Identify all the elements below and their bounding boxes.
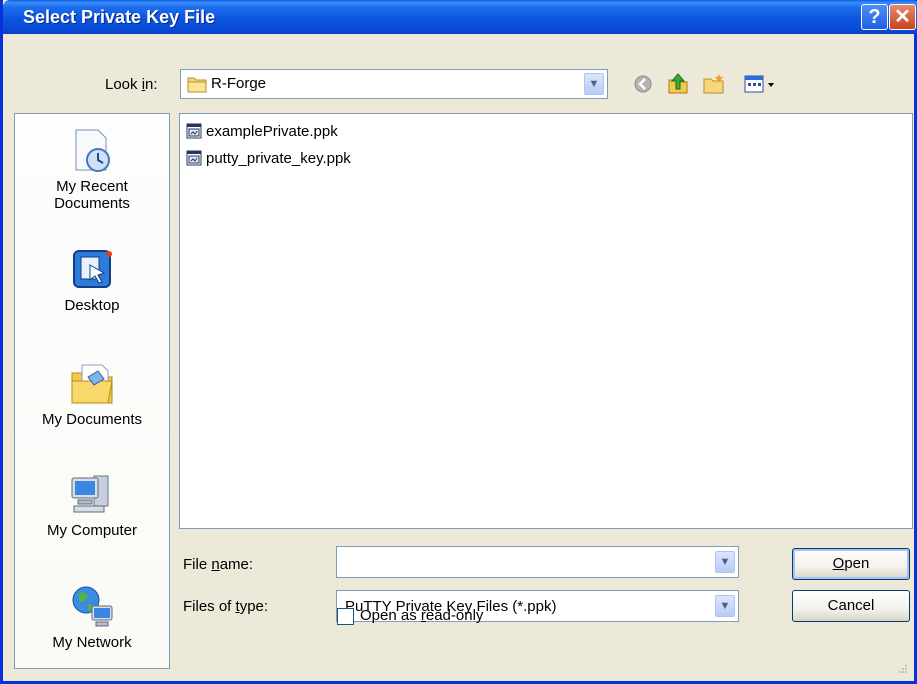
look-in-label-post: n:	[145, 76, 158, 93]
chevron-down-icon[interactable]: ▼	[715, 551, 735, 573]
read-only-label[interactable]: Open as read-only	[360, 607, 483, 624]
file-name-input[interactable]: ▼	[336, 546, 739, 578]
title-bar[interactable]: Select Private Key File ? ✕	[3, 0, 917, 34]
resize-grip-icon[interactable]	[896, 663, 908, 675]
view-menu-icon[interactable]	[743, 72, 783, 96]
place-label: My Network	[52, 634, 132, 651]
dialog-window: Select Private Key File ? ✕ Look in: R-F…	[0, 0, 917, 684]
place-my-network[interactable]: My Network	[15, 582, 169, 651]
read-only-label-pre: Open as	[360, 607, 421, 624]
chevron-down-icon[interactable]: ▼	[715, 595, 735, 617]
my-documents-icon	[71, 364, 113, 404]
my-network-icon	[72, 586, 113, 627]
files-of-type-label-post: ype:	[239, 598, 269, 615]
files-of-type-label: Files of type:	[183, 598, 268, 615]
recent-documents-icon	[75, 129, 110, 172]
file-name-label-pre: File	[183, 556, 212, 573]
new-folder-icon[interactable]	[702, 72, 726, 96]
place-desktop[interactable]: Desktop	[15, 245, 169, 314]
back-icon[interactable]	[631, 72, 655, 96]
window-title: Select Private Key File	[23, 7, 216, 27]
chevron-down-icon[interactable]: ▼	[584, 73, 604, 95]
file-name-label: File name:	[183, 556, 253, 573]
files-of-type-label-pre: Files of	[183, 598, 236, 615]
place-label: My Computer	[46, 522, 138, 539]
file-name-label-mnemonic: n	[211, 556, 220, 573]
list-item[interactable]: examplePrivate.ppk	[186, 120, 338, 142]
my-computer-icon	[71, 475, 109, 513]
file-name: examplePrivate.ppk	[206, 122, 338, 140]
close-button[interactable]: ✕	[889, 4, 916, 30]
place-label: Documents	[54, 195, 130, 212]
look-in-label: Look in:	[105, 76, 158, 93]
file-list[interactable]: examplePrivate.ppk putty_private_key.ppk	[179, 113, 913, 529]
list-item[interactable]: putty_private_key.ppk	[186, 147, 351, 169]
look-in-label-pre: Look	[105, 76, 142, 93]
open-button-mnemonic: O	[832, 555, 845, 572]
place-label: My Recent	[56, 178, 128, 195]
open-button-label: pen	[844, 555, 870, 572]
place-label: Desktop	[64, 297, 120, 314]
place-recent-documents[interactable]: My Recent Documents	[15, 126, 169, 212]
up-folder-icon[interactable]	[666, 72, 690, 96]
read-only-label-post: ead-only	[425, 607, 484, 624]
read-only-checkbox[interactable]	[337, 608, 354, 625]
desktop-icon	[73, 250, 112, 288]
file-name-label-post: ame:	[219, 556, 254, 573]
places-bar: My Recent Documents Desktop My Documents	[14, 113, 170, 669]
cancel-button[interactable]: Cancel	[792, 590, 910, 622]
help-button[interactable]: ?	[861, 4, 888, 30]
look-in-dropdown[interactable]: R-Forge ▼	[180, 69, 608, 99]
look-in-value: R-Forge	[211, 75, 267, 92]
place-my-computer[interactable]: My Computer	[15, 470, 169, 539]
ppk-file-icon	[186, 123, 202, 139]
folder-icon	[187, 77, 207, 93]
ppk-file-icon	[186, 150, 202, 166]
open-button[interactable]: Open	[792, 548, 910, 580]
place-label: My Documents	[41, 411, 143, 428]
file-name: putty_private_key.ppk	[206, 149, 351, 167]
place-my-documents[interactable]: My Documents	[15, 359, 169, 428]
